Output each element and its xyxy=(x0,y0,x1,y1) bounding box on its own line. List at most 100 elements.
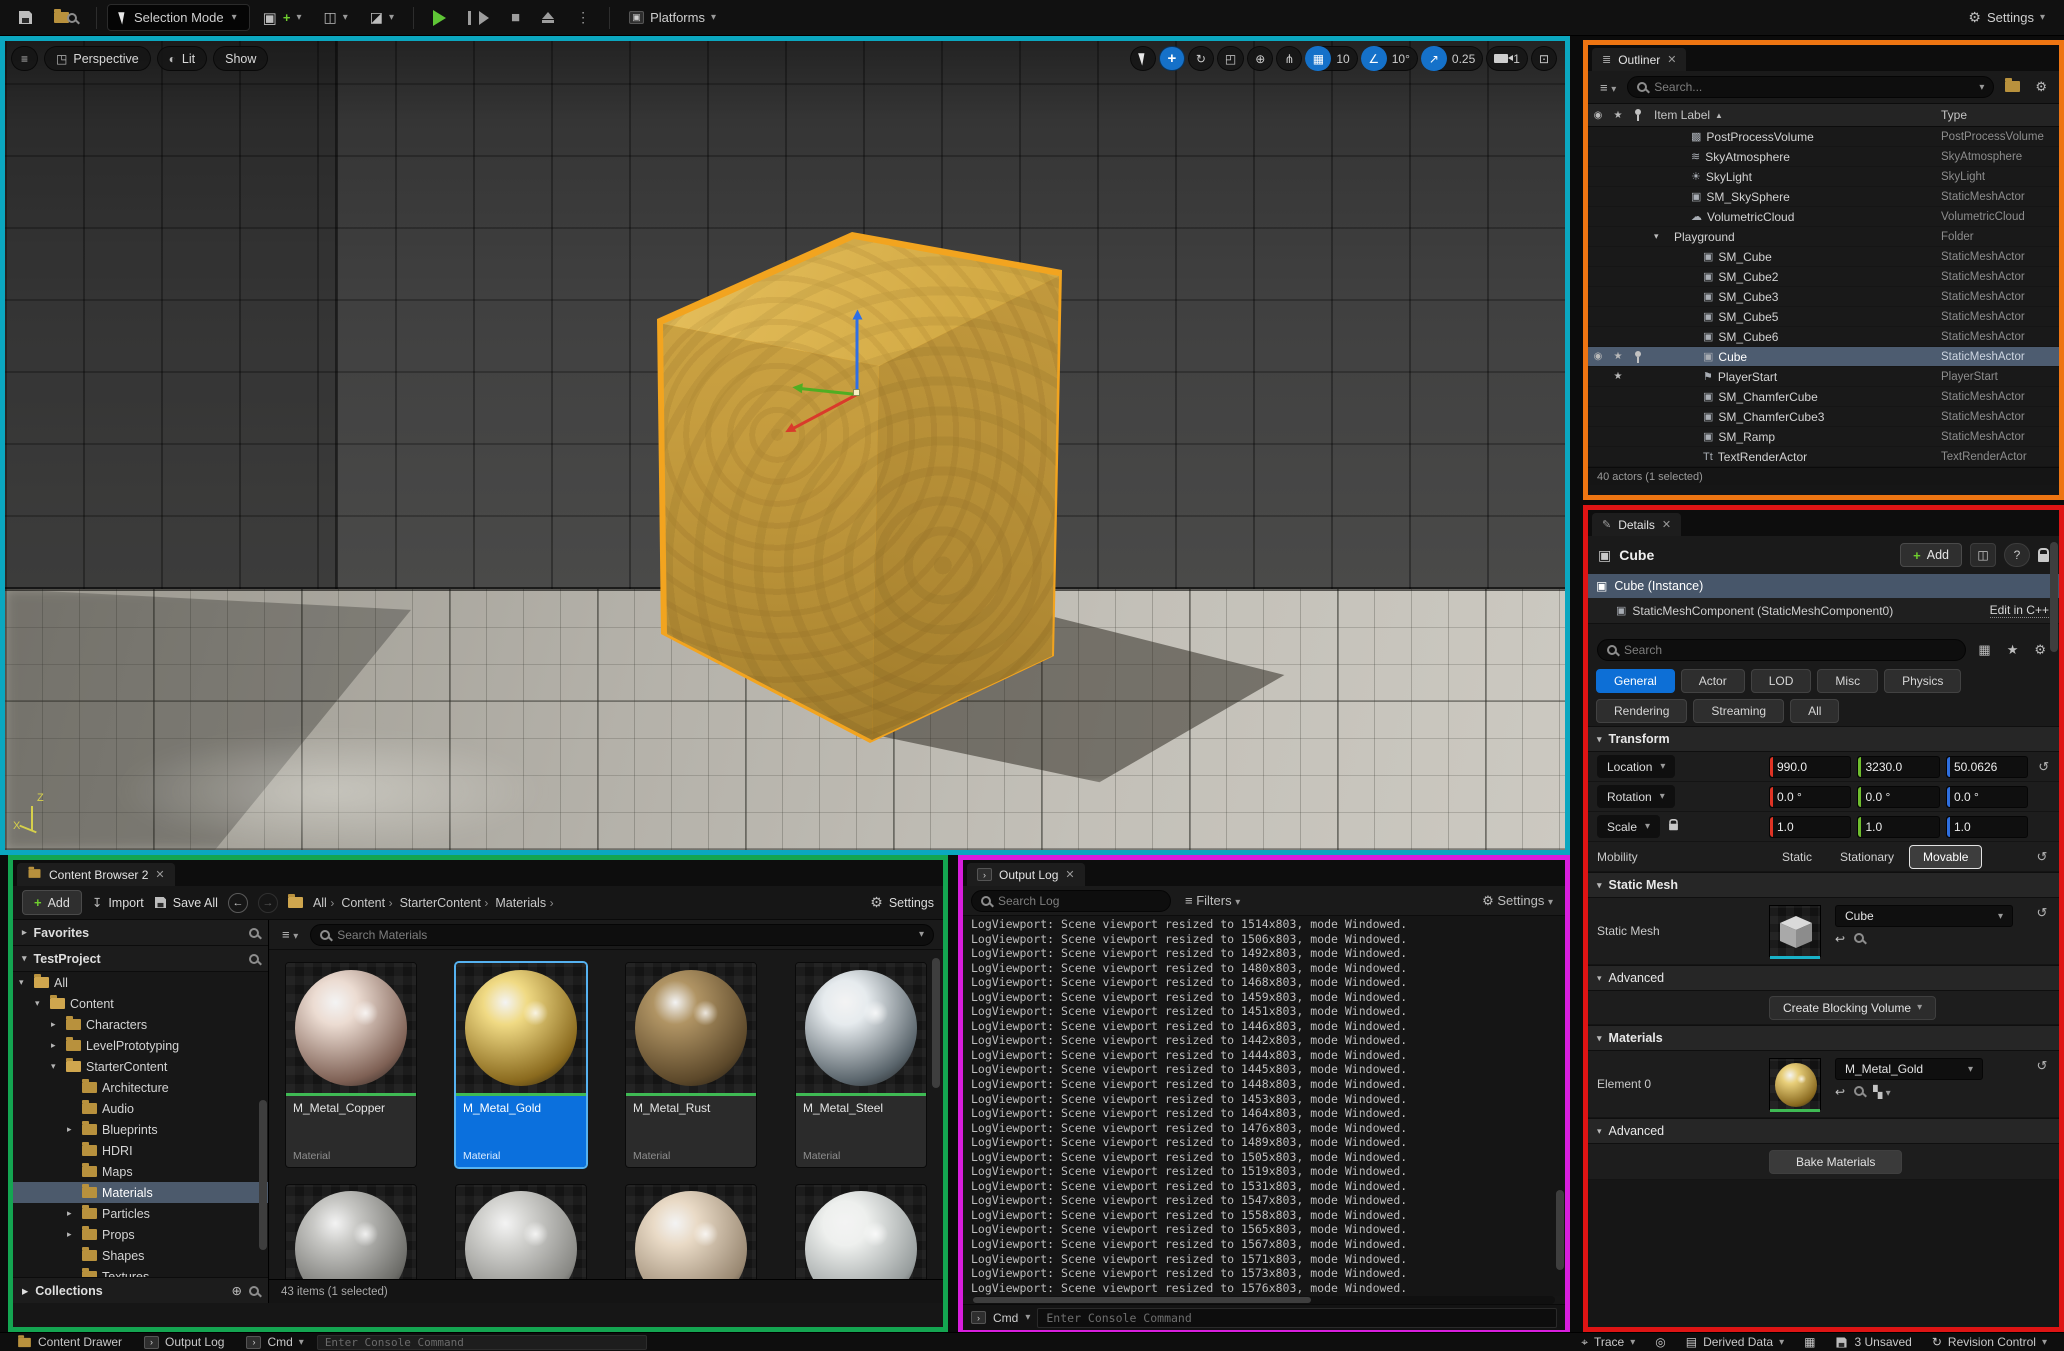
tree-folder-item[interactable]: ▾ StarterContent xyxy=(13,1056,268,1077)
component-row[interactable]: ▣ StaticMeshComponent (StaticMeshCompone… xyxy=(1588,598,2059,624)
show-dropdown[interactable]: Show xyxy=(213,46,269,71)
asset-search-input[interactable] xyxy=(337,927,912,942)
filter-button[interactable]: ≡ ▾ xyxy=(1596,80,1620,95)
viewport-scene[interactable]: Z X ≡ ◳ Perspective ◐ Lit Show + ↻ ◰ ⊕ ⋔ ▦… xyxy=(5,41,1565,850)
transform-gizmo[interactable] xyxy=(765,311,975,481)
viewport-menu-button[interactable]: ≡ xyxy=(11,46,39,71)
view-mode-dropdown[interactable]: ◐ Lit xyxy=(156,46,208,71)
tree-folder-item[interactable]: Shapes xyxy=(13,1245,268,1266)
material-asset-tile[interactable] xyxy=(795,1184,927,1279)
settings-dropdown[interactable]: ⚙ Settings ▾ xyxy=(1959,4,2054,32)
output-log-button[interactable]: › Output Log xyxy=(135,1333,233,1351)
asset-grid-scrollbar[interactable] xyxy=(932,958,940,1088)
gold-cube-actor[interactable] xyxy=(653,226,1067,748)
trace-dropdown[interactable]: ⌖ Trace ▾ xyxy=(1572,1335,1644,1350)
close-icon[interactable]: ✕ xyxy=(1667,53,1676,66)
save-all-button[interactable]: Save All xyxy=(154,896,218,910)
details-search-input[interactable] xyxy=(1624,643,1957,657)
reset-mobility-button[interactable]: ↺ xyxy=(2031,849,2053,865)
add-collection-button[interactable]: ⊕ xyxy=(232,1283,242,1298)
scale-lock-icon[interactable] xyxy=(1669,818,1678,830)
favorites-section[interactable]: ▸ Favorites xyxy=(13,920,268,946)
static-mesh-select[interactable]: Cube ▾ xyxy=(1835,905,2013,927)
outliner-search-input[interactable] xyxy=(1654,80,1973,94)
tree-folder-item[interactable]: Maps xyxy=(13,1161,268,1182)
scale-dropdown[interactable]: Scale ▾ xyxy=(1597,815,1661,838)
log-filters-dropdown[interactable]: ≡ Filters ▾ xyxy=(1181,893,1244,908)
add-component-button[interactable]: + Add xyxy=(1900,543,1962,567)
play-button[interactable] xyxy=(424,4,455,32)
close-icon[interactable]: ✕ xyxy=(155,868,164,881)
log-settings-dropdown[interactable]: ⚙ Settings ▾ xyxy=(1478,893,1557,909)
material-asset-tile[interactable] xyxy=(455,1184,587,1279)
type-column-header[interactable]: Type xyxy=(1941,108,2059,122)
close-icon[interactable]: ✕ xyxy=(1662,518,1671,531)
item-label-column-header[interactable]: Item Label ▲ xyxy=(1648,108,1941,122)
cinematics-button[interactable]: ◪ ▾ xyxy=(361,4,403,32)
outliner-row[interactable]: ◉ ★ ⚑ PlayerStart PlayerStart xyxy=(1588,367,2059,387)
log-search-input[interactable] xyxy=(998,893,1161,908)
breadcrumb-item[interactable]: Content › xyxy=(341,896,392,910)
pin-column-header[interactable] xyxy=(1628,109,1648,121)
filter-chip[interactable]: Rendering xyxy=(1596,699,1688,723)
import-button[interactable]: ↧ Import xyxy=(92,895,144,911)
tree-folder-item[interactable]: ▾ All xyxy=(13,972,268,993)
favorite-column-header[interactable]: ★ xyxy=(1608,110,1628,121)
stop-button[interactable]: ■ xyxy=(502,4,529,32)
tree-folder-item[interactable]: ▸ LevelPrototyping xyxy=(13,1035,268,1056)
outliner-row[interactable]: ◉ ★ ▣ SM_Cube6 StaticMeshActor xyxy=(1588,327,2059,347)
rotation-dropdown[interactable]: Rotation ▾ xyxy=(1597,785,1675,808)
tab-content-browser[interactable]: Content Browser 2 ✕ xyxy=(17,863,175,886)
expander-icon[interactable]: ▾ xyxy=(19,977,29,988)
tree-folder-item[interactable]: Audio xyxy=(13,1098,268,1119)
mobility-movable-button[interactable]: Movable xyxy=(1909,844,1983,869)
rotation-z-input[interactable]: 0.0 ° xyxy=(1945,785,2029,808)
browse-to-asset-button[interactable] xyxy=(1854,932,1865,946)
tree-folder-item[interactable]: ▾ Content xyxy=(13,993,268,1014)
expander-icon[interactable]: ▾ xyxy=(51,1061,61,1072)
rotate-tool-button[interactable]: ↻ xyxy=(1187,46,1214,71)
scale-y-input[interactable]: 1.0 xyxy=(1857,815,1940,838)
tree-scrollbar[interactable] xyxy=(259,1100,267,1250)
outliner-search[interactable]: ▾ xyxy=(1627,76,1995,98)
outliner-row[interactable]: ◉ ★ ▣ Cube StaticMeshActor xyxy=(1588,347,2059,367)
unsaved-button[interactable]: 3 Unsaved xyxy=(1826,1335,1920,1349)
edit-in-cpp-link[interactable]: Edit in C++ xyxy=(1989,603,2049,618)
outliner-row[interactable]: ◉ ★ ▣ SM_SkySphere StaticMeshActor xyxy=(1588,187,2059,207)
camera-speed-control[interactable]: 1 xyxy=(1486,46,1528,71)
surface-snapping-button[interactable]: ⋔ xyxy=(1276,46,1303,71)
world-space-button[interactable]: ⊕ xyxy=(1247,46,1274,71)
browse-to-asset-button[interactable] xyxy=(1854,1085,1865,1099)
tree-folder-item[interactable]: Textures xyxy=(13,1266,268,1277)
location-dropdown[interactable]: Location ▾ xyxy=(1597,755,1676,778)
selection-mode-dropdown[interactable]: Selection Mode ▾ xyxy=(107,4,250,31)
tree-folder-item[interactable]: ▸ Props xyxy=(13,1224,268,1245)
material-asset-tile[interactable]: M_Metal_Steel Material xyxy=(795,962,927,1168)
mobility-static-button[interactable]: Static xyxy=(1769,845,1825,869)
expander-icon[interactable]: ▸ xyxy=(51,1019,61,1030)
favorite-star-icon[interactable]: ★ xyxy=(1608,351,1628,362)
filter-chip[interactable]: Streaming xyxy=(1693,699,1785,723)
material-asset-tile[interactable] xyxy=(285,1184,417,1279)
scale-snap-control[interactable]: ↗ 0.25 xyxy=(1420,46,1484,71)
section-transform[interactable]: ▾ Transform xyxy=(1588,726,2059,752)
select-tool-button[interactable] xyxy=(1129,46,1156,71)
insights-button[interactable]: ◎ xyxy=(1646,1335,1674,1349)
tree-folder-item[interactable]: HDRI xyxy=(13,1140,268,1161)
tree-folder-item[interactable]: Materials xyxy=(13,1182,268,1203)
browse-content-button[interactable] xyxy=(45,4,86,32)
location-z-input[interactable]: 50.0626 xyxy=(1945,755,2029,778)
outliner-row[interactable]: ◉ ★ Tt TextRenderActor TextRenderActor xyxy=(1588,447,2059,467)
tab-outliner[interactable]: ≣ Outliner ✕ xyxy=(1592,48,1687,71)
expander-icon[interactable]: ▸ xyxy=(67,1229,77,1240)
blueprints-button[interactable]: ◫ ▾ xyxy=(314,4,356,32)
filter-button[interactable]: ≡ ▾ xyxy=(278,927,302,942)
rotation-y-input[interactable]: 0.0 ° xyxy=(1857,785,1940,808)
favorites-filter-button[interactable]: ★ xyxy=(2003,642,2023,658)
section-advanced[interactable]: ▾ Advanced xyxy=(1588,965,2059,991)
scale-z-input[interactable]: 1.0 xyxy=(1945,815,2029,838)
breadcrumb-item[interactable]: All › xyxy=(313,896,334,910)
revision-control-dropdown[interactable]: ↻ Revision Control ▾ xyxy=(1923,1335,2056,1349)
section-static-mesh[interactable]: ▾ Static Mesh xyxy=(1588,872,2059,898)
outliner-row[interactable]: ◉ ★ ▣ SM_Cube StaticMeshActor xyxy=(1588,247,2059,267)
